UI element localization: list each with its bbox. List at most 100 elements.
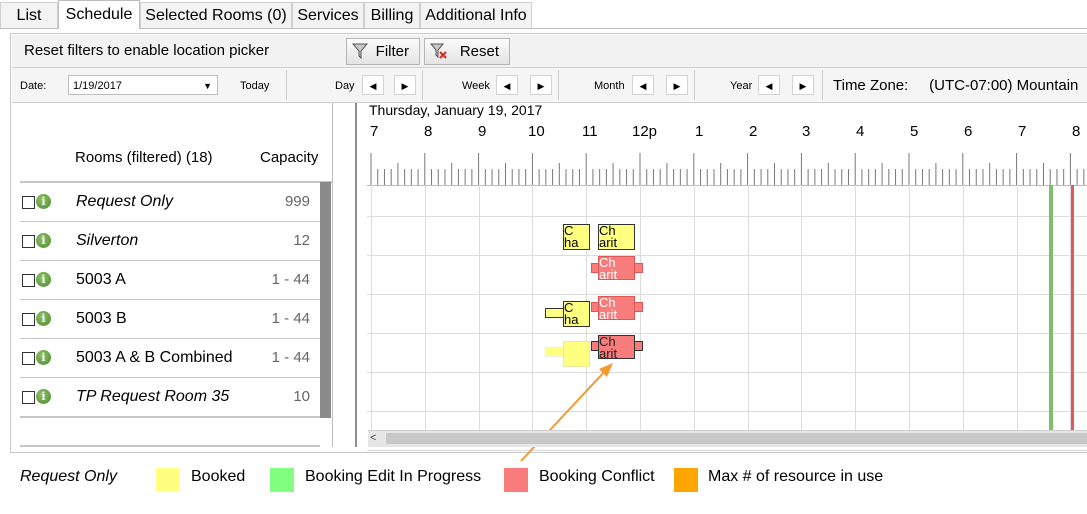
scrollbar-thumb[interactable]	[386, 433, 1087, 444]
room-name: Request Only	[76, 193, 173, 210]
info-icon[interactable]: i	[36, 311, 51, 326]
hour-label: 7	[370, 123, 379, 140]
room-checkbox[interactable]	[22, 196, 35, 209]
hour-label: 12p	[632, 123, 658, 140]
tab-additional-info[interactable]: Additional Info	[420, 2, 532, 28]
room-name: 5003 A	[76, 271, 126, 288]
booking-conflict-block[interactable]: Ch arit	[598, 256, 635, 280]
day-next-button[interactable]: ▶	[394, 75, 416, 95]
legend-conflict: Booking Conflict	[539, 468, 655, 485]
week-next-button[interactable]: ▶	[530, 75, 552, 95]
week-label: Week	[462, 80, 490, 92]
funnel-icon	[351, 43, 369, 60]
chevron-left-icon[interactable]: <	[370, 432, 376, 444]
divider	[558, 70, 559, 100]
date-navigation-bar: Date: 1/19/2017 ▼ Today Day ◀ ▶ Week ◀ ▶…	[12, 68, 1087, 103]
booking-label: C ha	[564, 301, 579, 327]
room-list-scrollbar[interactable]	[320, 182, 331, 418]
info-icon[interactable]: i	[36, 272, 51, 287]
timeline-date-title: Thursday, January 19, 2017	[369, 102, 543, 118]
rooms-column-header[interactable]: Rooms (filtered) (18)	[75, 149, 213, 166]
week-prev-button[interactable]: ◀	[496, 75, 518, 95]
room-name: 5003 A & B Combined	[76, 349, 233, 366]
tab-services[interactable]: Services	[292, 2, 364, 28]
room-checkbox[interactable]	[22, 352, 35, 365]
month-next-button[interactable]: ▶	[666, 75, 688, 95]
info-icon[interactable]: i	[36, 350, 51, 365]
room-row[interactable]: i 5003 B 1 - 44	[20, 300, 320, 340]
divider	[822, 70, 823, 100]
booking-block[interactable]: C ha	[563, 224, 590, 250]
room-list-header: Rooms (filtered) (18) Capacity	[20, 103, 332, 183]
legend-swatch-conflict	[504, 468, 528, 492]
tab-schedule[interactable]: Schedule	[58, 0, 140, 29]
chevron-down-icon[interactable]: ▼	[203, 76, 212, 96]
filter-message: Reset filters to enable location picker	[24, 42, 270, 59]
hour-label: 1	[695, 123, 704, 140]
tab-bar: List Schedule Selected Rooms (0) Service…	[0, 0, 1087, 29]
room-checkbox[interactable]	[22, 391, 35, 404]
capacity-column-header[interactable]: Capacity	[260, 149, 318, 166]
year-prev-button[interactable]: ◀	[758, 75, 780, 95]
annotation-arrow	[520, 363, 613, 462]
booking-block[interactable]: Ch arit	[598, 224, 635, 250]
legend-booked: Booked	[191, 468, 246, 485]
room-row[interactable]: i TP Request Room 35 10	[20, 378, 320, 418]
room-checkbox[interactable]	[22, 313, 35, 326]
grid-row-line	[367, 450, 1087, 451]
room-checkbox[interactable]	[22, 274, 35, 287]
today-button[interactable]: Today	[240, 80, 269, 92]
day-label: Day	[335, 80, 355, 92]
day-prev-button[interactable]: ◀	[362, 75, 384, 95]
room-row[interactable]: i Request Only 999	[20, 183, 320, 223]
tab-list[interactable]: List	[0, 2, 58, 28]
booking-conflict-block[interactable]: Ch arit	[598, 296, 635, 320]
room-name: 5003 B	[76, 310, 127, 327]
timezone: Time Zone: (UTC-07:00) Mountain	[833, 77, 1078, 94]
info-icon[interactable]: i	[36, 233, 51, 248]
legend-swatch-edit	[270, 468, 294, 492]
time-ruler	[367, 153, 1087, 186]
hour-label: 6	[964, 123, 973, 140]
timeline-horizontal-scrollbar[interactable]: <	[368, 430, 1087, 447]
month-label: Month	[594, 80, 625, 92]
room-capacity: 999	[284, 193, 310, 210]
grid-row-line	[367, 294, 1087, 295]
room-row[interactable]: i 5003 A 1 - 44	[20, 261, 320, 301]
grid-row-line	[367, 411, 1087, 412]
legend-max-resource: Max # of resource in use	[708, 468, 884, 485]
conflict-marker	[1071, 185, 1074, 431]
timezone-value[interactable]: (UTC-07:00) Mountain	[929, 77, 1078, 94]
legend-swatch-booked	[156, 468, 180, 492]
legend-swatch-max	[674, 468, 698, 492]
schedule-timeline: Thursday, January 19, 2017 7 8 9 10 11 1…	[357, 102, 1087, 462]
hour-label: 3	[802, 123, 811, 140]
room-list: Rooms (filtered) (18) Capacity i Request…	[12, 103, 333, 447]
grid-column-line	[693, 185, 695, 431]
info-icon[interactable]: i	[36, 194, 51, 209]
info-icon[interactable]: i	[36, 389, 51, 404]
hour-label: 8	[1072, 123, 1081, 140]
tab-billing[interactable]: Billing	[364, 2, 420, 28]
reset-button[interactable]: Reset	[424, 38, 510, 65]
grid-column-line	[855, 185, 857, 431]
month-prev-button[interactable]: ◀	[632, 75, 654, 95]
room-name: TP Request Room 35	[76, 388, 230, 405]
room-row[interactable]: i 5003 A & B Combined 1 - 44	[20, 339, 320, 379]
booking-label: Ch arit	[599, 224, 618, 250]
room-capacity: 1 - 44	[271, 310, 310, 327]
room-checkbox[interactable]	[22, 235, 35, 248]
edit-progress-marker	[1049, 185, 1053, 431]
grid-column-line	[371, 185, 372, 431]
date-picker[interactable]: 1/19/2017 ▼	[68, 75, 218, 95]
room-list-footer	[20, 418, 320, 447]
room-capacity: 1 - 44	[271, 271, 310, 288]
filter-button[interactable]: Filter	[346, 38, 420, 65]
hour-label: 10	[528, 123, 545, 140]
year-next-button[interactable]: ▶	[792, 75, 814, 95]
booking-block[interactable]: C ha	[563, 301, 590, 327]
grid-row-line	[367, 216, 1087, 217]
room-row[interactable]: i Silverton 12	[20, 222, 320, 262]
tab-selected-rooms[interactable]: Selected Rooms (0)	[140, 2, 292, 28]
grid-column-line	[801, 185, 803, 431]
